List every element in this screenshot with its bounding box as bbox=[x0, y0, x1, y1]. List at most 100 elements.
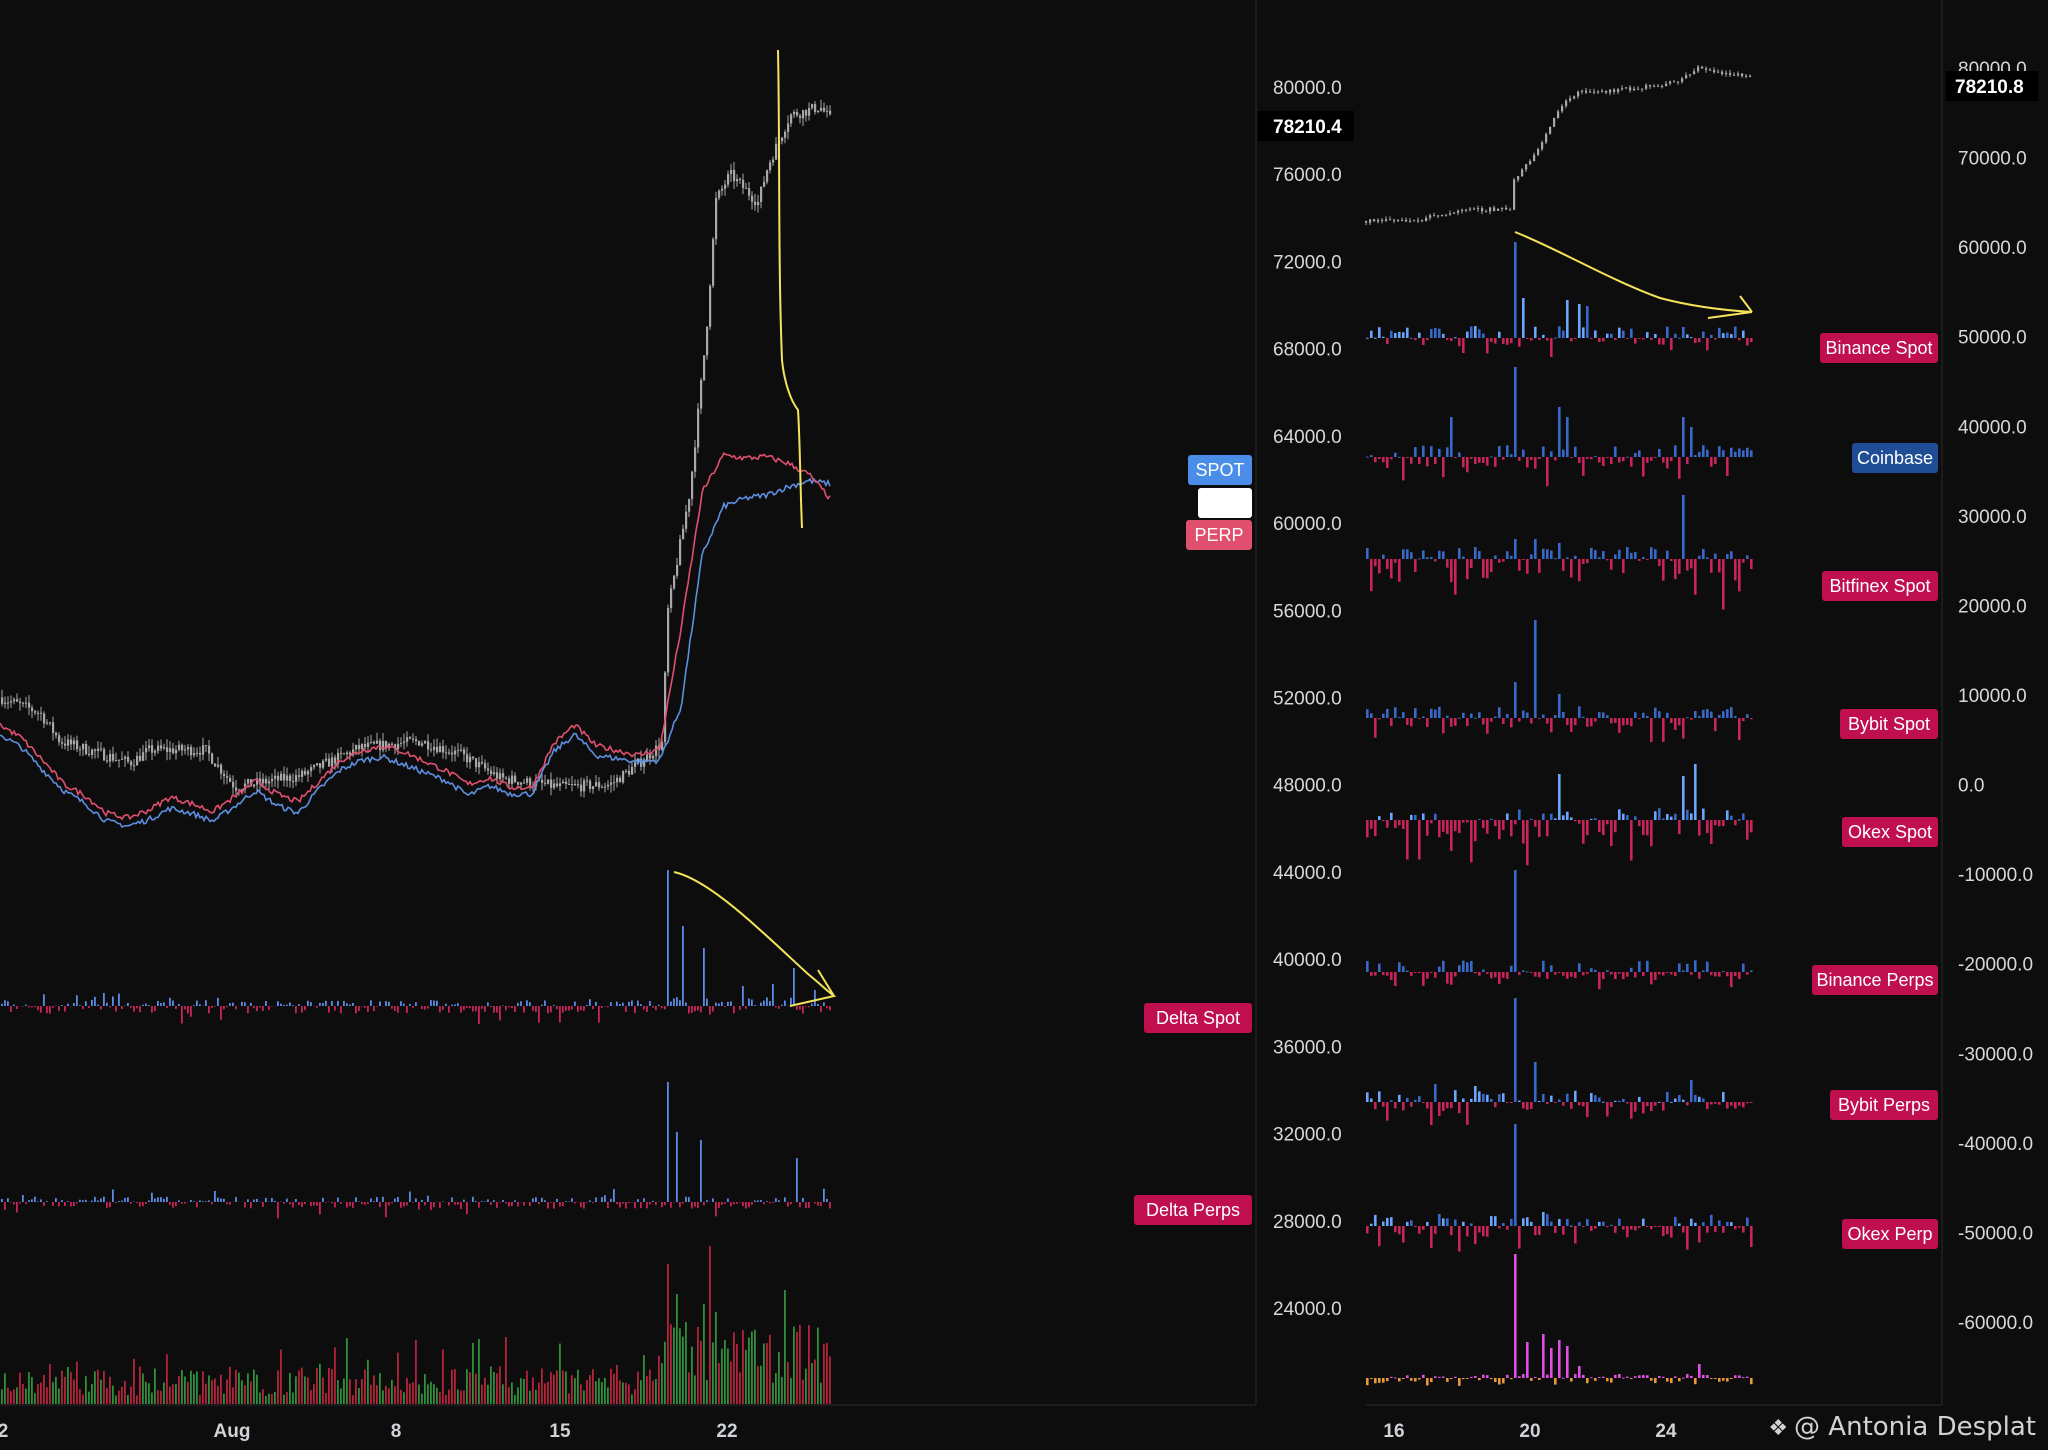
exchange-delta-bar bbox=[1458, 1226, 1461, 1252]
right-price-axis[interactable]: 80000.070000.060000.050000.040000.030000… bbox=[1946, 59, 2038, 1334]
right-price-candle-body bbox=[1489, 207, 1492, 212]
delta-spot-bar bbox=[334, 1006, 336, 1011]
delta-perps-bar bbox=[412, 1202, 414, 1203]
exchange-delta-bar bbox=[1570, 817, 1573, 820]
exchange-delta-bar bbox=[1498, 1094, 1501, 1102]
exchange-delta-bar bbox=[1458, 548, 1461, 559]
exchange-delta-bar bbox=[1426, 457, 1429, 467]
exchange-delta-bar bbox=[1374, 1102, 1377, 1110]
exchange-delta-bar bbox=[1474, 326, 1477, 338]
exchange-delta-bar bbox=[1678, 963, 1681, 972]
exchange-delta-bar bbox=[1478, 972, 1481, 976]
left-price-axis[interactable]: 80000.076000.072000.068000.064000.060000… bbox=[1258, 78, 1354, 1320]
exchange-delta-bar bbox=[1578, 304, 1581, 338]
delta-spot-bar bbox=[298, 1004, 300, 1006]
exchange-delta-bar bbox=[1618, 1100, 1621, 1102]
exchange-delta-bar bbox=[1442, 457, 1445, 478]
volume-bar bbox=[244, 1385, 246, 1404]
delta-spot-bar bbox=[598, 1006, 600, 1023]
aggregate-delta-bar bbox=[1658, 1375, 1661, 1378]
delta-spot-bar bbox=[433, 1000, 435, 1006]
delta-spot-bar bbox=[511, 1006, 513, 1009]
exchange-delta-bar bbox=[1710, 820, 1713, 845]
volume-bar bbox=[502, 1384, 504, 1404]
volume-bar bbox=[55, 1376, 57, 1404]
exchange-delta-bar bbox=[1562, 1226, 1565, 1235]
exchange-delta-bar bbox=[1694, 559, 1697, 595]
delta-perps-bar bbox=[154, 1198, 156, 1202]
delta-spot-bar bbox=[106, 1002, 108, 1006]
exchange-delta-bar bbox=[1606, 1226, 1609, 1228]
delta-spot-bar bbox=[376, 1006, 378, 1007]
right-price-candle-body bbox=[1673, 81, 1676, 83]
price-candle-body bbox=[436, 746, 439, 753]
price-candle-body bbox=[754, 201, 757, 206]
delta-perps-bar bbox=[466, 1202, 468, 1215]
volume-bar bbox=[586, 1379, 588, 1404]
right-price-candle-body bbox=[1369, 219, 1372, 223]
delta-perps-bar bbox=[361, 1202, 363, 1205]
right-price-candle-body bbox=[1397, 220, 1400, 222]
volume-bar bbox=[16, 1387, 18, 1404]
exchange-delta-bar bbox=[1666, 457, 1669, 469]
volume-bar bbox=[367, 1359, 369, 1404]
price-candle-body bbox=[421, 743, 424, 746]
exchange-delta-bar bbox=[1510, 718, 1513, 728]
exchange-delta-bar bbox=[1366, 456, 1369, 458]
volume-bar bbox=[40, 1382, 42, 1404]
exchange-delta-bar bbox=[1570, 559, 1573, 578]
exchange-delta-bar bbox=[1570, 718, 1573, 732]
time-axis-tick: 22 bbox=[716, 1421, 737, 1442]
delta-perps-bar bbox=[523, 1202, 525, 1206]
exchange-delta-bar bbox=[1506, 445, 1509, 457]
exchange-delta-bar bbox=[1582, 559, 1585, 564]
delta-spot-bar bbox=[628, 1001, 630, 1006]
exchange-delta-bar bbox=[1442, 551, 1445, 559]
delta-perps-bar bbox=[808, 1202, 810, 1208]
delta-spot-bar bbox=[76, 995, 78, 1006]
volume-bar bbox=[175, 1384, 177, 1404]
volume-bar bbox=[550, 1372, 552, 1404]
delta-spot-bar bbox=[778, 1006, 780, 1009]
exchange-delta-bar bbox=[1610, 457, 1613, 465]
exchange-delta-bar bbox=[1386, 972, 1389, 976]
price-candle-body bbox=[652, 756, 655, 759]
delta-perps-bar bbox=[136, 1202, 138, 1204]
exchange-delta-bar bbox=[1718, 559, 1721, 573]
volume-bar bbox=[1, 1389, 3, 1404]
volume-bar bbox=[223, 1393, 225, 1404]
delta-spot-bar bbox=[340, 1006, 342, 1014]
exchange-delta-bar bbox=[1566, 557, 1569, 559]
delta-perps-bar bbox=[652, 1200, 654, 1202]
price-candle-body bbox=[79, 749, 82, 751]
price-candle-body bbox=[202, 745, 205, 755]
aggregate-delta-bar bbox=[1566, 1346, 1569, 1378]
volume-bar bbox=[31, 1377, 33, 1404]
delta-spot-bar bbox=[277, 1001, 279, 1006]
exchange-delta-bar bbox=[1606, 970, 1609, 972]
aggregate-delta-bar bbox=[1594, 1378, 1597, 1381]
delta-perps-bar bbox=[283, 1202, 285, 1204]
delta-perps-bar bbox=[418, 1202, 420, 1210]
volume-bar bbox=[316, 1368, 318, 1404]
price-candle-body bbox=[76, 740, 79, 750]
exchange-delta-bar bbox=[1590, 547, 1593, 559]
exchange-delta-bar bbox=[1562, 1102, 1565, 1106]
volume-bar bbox=[406, 1377, 408, 1404]
delta-perps-bar bbox=[613, 1189, 615, 1202]
delta-perps-bar bbox=[190, 1199, 192, 1202]
exchange-delta-bar bbox=[1726, 709, 1729, 718]
volume-bar bbox=[571, 1375, 573, 1404]
volume-bar bbox=[319, 1363, 321, 1404]
right-price-candle-body bbox=[1417, 220, 1420, 222]
delta-perps-bar bbox=[619, 1202, 621, 1208]
delta-spot-bar bbox=[7, 1001, 9, 1006]
exchange-delta-bar bbox=[1478, 457, 1481, 463]
exchange-delta-bar bbox=[1558, 407, 1561, 457]
exchange-delta-bar bbox=[1562, 815, 1565, 820]
delta-perps-bar bbox=[607, 1202, 609, 1209]
exchange-delta-bar bbox=[1682, 776, 1685, 820]
price-candle-body bbox=[655, 745, 658, 757]
exchange-delta-bar bbox=[1682, 495, 1685, 559]
price-candle-body bbox=[547, 779, 550, 784]
